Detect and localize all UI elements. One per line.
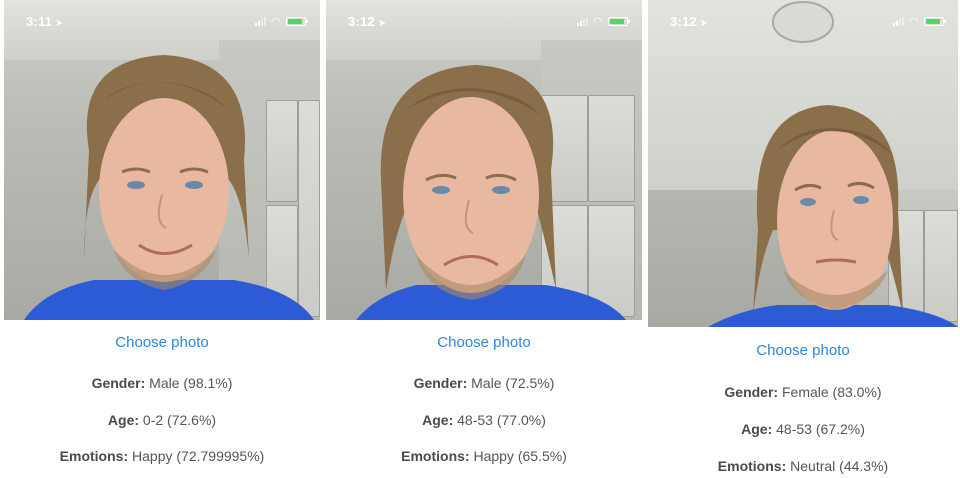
selected-photo: 3:12 ➤ ◠ (648, 0, 958, 327)
status-bar: 3:12 ➤ ◠ (326, 0, 642, 40)
emotions-value: Happy (65.5%) (469, 448, 567, 464)
emotions-value: Neutral (44.3%) (786, 458, 889, 474)
age-value: 48-53 (77.0%) (453, 412, 546, 428)
location-arrow-icon: ➤ (55, 18, 64, 29)
emotions-result: Emotions: Happy (65.5%) (326, 448, 642, 464)
age-result: Age: 48-53 (67.2%) (648, 421, 958, 437)
emotions-result: Emotions: Happy (72.799995%) (4, 448, 320, 464)
emotions-label: Emotions: (401, 448, 470, 464)
age-result: Age: 48-53 (77.0%) (326, 412, 642, 428)
choose-photo-button[interactable]: Choose photo (4, 334, 320, 351)
status-time: 3:11 ➤ (26, 14, 64, 29)
gender-result: Gender: Male (98.1%) (4, 375, 320, 391)
result-panel-3: 3:12 ➤ ◠ Choose photo Gender: Female (83.… (648, 0, 958, 478)
location-arrow-icon: ➤ (699, 18, 709, 29)
selected-photo: 3:12 ➤ ◠ (326, 0, 642, 320)
choose-photo-button[interactable]: Choose photo (648, 342, 958, 359)
wifi-icon: ◠ (593, 16, 602, 28)
age-label: Age: (422, 412, 454, 428)
wifi-icon: ◠ (909, 16, 918, 28)
result-panel-2: 3:12 ➤ ◠ Choose photo Gender: Male (72.5%… (326, 0, 642, 478)
status-bar: 3:12 ➤ ◠ (648, 0, 958, 40)
status-icons: ◠ (576, 15, 630, 28)
signal-icon (254, 17, 266, 26)
emotions-label: Emotions: (59, 448, 129, 464)
person-portrait (708, 1, 958, 327)
emotions-result: Emotions: Neutral (44.3%) (648, 458, 958, 474)
person-portrait (356, 65, 626, 320)
gender-result: Gender: Male (72.5%) (326, 375, 642, 391)
choose-photo-button[interactable]: Choose photo (326, 334, 642, 351)
gender-value: Female (83.0%) (778, 384, 882, 400)
wifi-icon: ◠ (271, 16, 280, 28)
age-label: Age: (741, 421, 773, 437)
battery-icon (286, 17, 308, 26)
status-icons: ◠ (892, 15, 946, 28)
result-panel-1: 3:11 ➤ ◠ Choose photo Gender: Male (98.1%… (4, 0, 320, 478)
status-bar: 3:11 ➤ ◠ (4, 0, 320, 40)
battery-icon (924, 17, 946, 26)
gender-value: Male (72.5%) (467, 375, 555, 391)
status-time: 3:12 ➤ (670, 14, 709, 29)
signal-icon (576, 17, 588, 26)
signal-icon (892, 17, 904, 26)
gender-label: Gender: (91, 375, 146, 391)
gender-label: Gender: (413, 375, 468, 391)
emotions-label: Emotions: (717, 458, 787, 474)
age-value: 48-53 (67.2%) (772, 421, 865, 437)
battery-icon (608, 17, 630, 26)
gender-value: Male (98.1%) (145, 375, 233, 391)
emotions-value: Happy (72.799995%) (128, 448, 265, 464)
age-label: Age: (107, 412, 140, 428)
gender-result: Gender: Female (83.0%) (648, 384, 958, 400)
person-portrait (24, 55, 314, 320)
age-value: 0-2 (72.6%) (139, 412, 217, 428)
selected-photo: 3:11 ➤ ◠ (4, 0, 320, 320)
gender-label: Gender: (724, 384, 779, 400)
location-arrow-icon: ➤ (377, 18, 387, 29)
age-result: Age: 0-2 (72.6%) (4, 412, 320, 428)
status-icons: ◠ (254, 15, 308, 28)
status-time: 3:12 ➤ (348, 14, 387, 29)
